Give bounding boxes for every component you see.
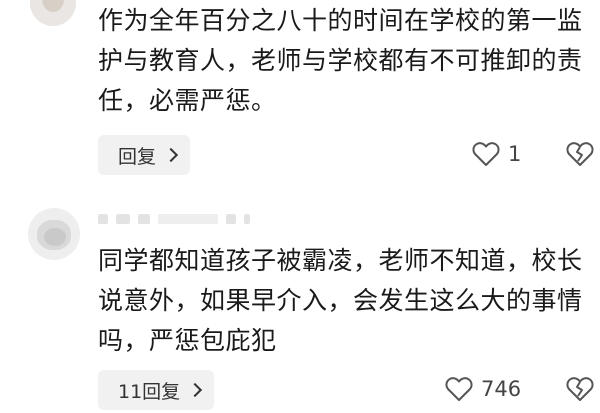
like-button[interactable]: 1 [472,141,521,167]
like-count: 1 [508,142,522,166]
chevron-right-icon [188,382,203,398]
reply-label: 11回复 [118,380,181,403]
broken-heart-icon [566,142,594,166]
heart-outline-icon [472,142,500,166]
comment-text: 作为全年百分之八十的时间在学校的第一监护与教育人，老师与学校都有不可推卸的责任，… [98,6,583,115]
commenter-avatar[interactable] [28,208,80,260]
masked-username [98,214,250,224]
broken-heart-icon [566,377,594,401]
reply-button[interactable]: 11回复 [98,370,215,410]
like-button[interactable]: 746 [445,376,521,402]
chevron-right-icon [163,147,179,163]
reply-label: 回复 [118,145,157,168]
dislike-button[interactable] [566,141,594,171]
heart-outline-icon [445,377,473,401]
commenter-avatar[interactable] [30,0,76,26]
like-count: 746 [481,377,522,401]
reply-button[interactable]: 回复 [98,135,191,175]
dislike-button[interactable] [566,376,594,406]
comment-text: 同学都知道孩子被霸凌，老师不知道，校长说意外，如果早介入，会发生这么大的事情吗，… [98,246,583,355]
